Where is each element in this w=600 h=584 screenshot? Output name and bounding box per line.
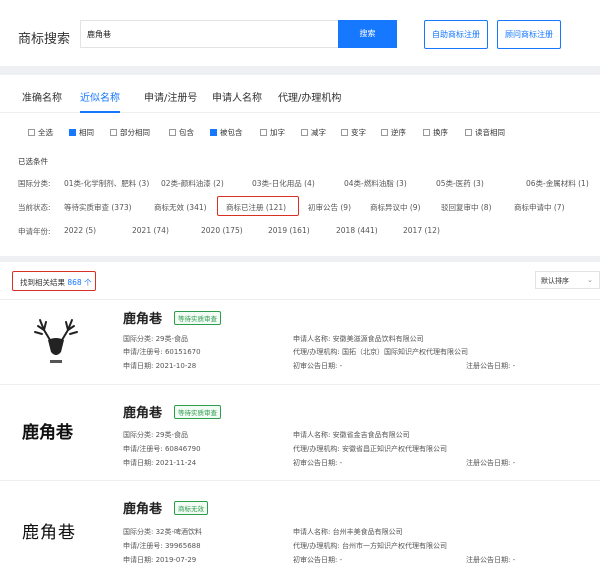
status-option[interactable]: 等待实质审查 (373): [64, 202, 132, 213]
status-option[interactable]: 商标无效 (341): [154, 202, 207, 213]
reg-pub-date: 注册公告日期: -: [466, 459, 516, 467]
class-option[interactable]: 02类-颜料油漆 (2): [161, 178, 224, 189]
status-badge: 等待实质审查: [174, 311, 221, 325]
brand-logo-stylized: 鹿角巷: [22, 523, 76, 543]
year-filter-row: 申请年份: 2022 (5) 2021 (74) 2020 (175) 2019…: [18, 226, 598, 238]
checkbox-contained[interactable]: 被包含: [210, 127, 243, 138]
tab-agent[interactable]: 代理/办理机构: [278, 89, 341, 104]
year-filter-label: 申请年份:: [18, 227, 51, 236]
status-option[interactable]: 初审公告 (9): [308, 202, 351, 213]
chevron-down-icon: ⌄: [587, 276, 593, 284]
tab-applicant[interactable]: 申请人名称: [212, 89, 262, 104]
checkbox-swap[interactable]: 换序: [423, 127, 448, 138]
applicant-name: 申请人名称: 安徽美滋源食品饮料有限公司: [293, 335, 424, 343]
list-item[interactable]: 鹿角巷 鹿角巷 商标无效 国际分类: 32类-啤酒饮料 申请/注册号: 3996…: [0, 481, 600, 584]
search-button[interactable]: 搜索: [338, 20, 397, 48]
page-title: 商标搜索: [18, 32, 71, 47]
filter-panel: 准确名称 近似名称 申请/注册号 申请人名称 代理/办理机构 全选 相同 部分相…: [0, 75, 600, 256]
trademark-name[interactable]: 鹿角巷: [123, 402, 162, 421]
results-header: 找到相关结果 868 个 默认排序 ⌄: [0, 262, 600, 300]
status-filter-label: 当前状态:: [18, 203, 51, 212]
search-tabs: 准确名称 近似名称 申请/注册号 申请人名称 代理/办理机构: [0, 75, 600, 113]
year-option[interactable]: 2021 (74): [132, 226, 169, 235]
year-option[interactable]: 2022 (5): [64, 226, 96, 235]
class-filter-row: 国际分类: 01类-化学制剂、肥料 (3) 02类-颜料油漆 (2) 03类-日…: [18, 178, 598, 190]
selected-conditions-heading: 已选条件: [18, 157, 48, 166]
stag-logo-icon: [26, 312, 86, 372]
status-option[interactable]: 商标异议中 (9): [370, 202, 421, 213]
class-option[interactable]: 03类-日化用品 (4): [252, 178, 315, 189]
checkbox-same[interactable]: 相同: [69, 127, 94, 138]
class-option[interactable]: 05类-医药 (3): [436, 178, 484, 189]
registration-number: 申请/注册号: 60846790: [123, 445, 201, 453]
intl-class: 国际分类: 32类-啤酒饮料: [123, 528, 203, 536]
status-badge: 商标无效: [174, 501, 208, 515]
class-filter-label: 国际分类:: [18, 179, 51, 188]
list-item[interactable]: 鹿角巷 鹿角巷 等待实质审查 国际分类: 29类-食品 申请/注册号: 6084…: [0, 385, 600, 481]
tab-similar-name[interactable]: 近似名称: [80, 89, 120, 104]
registration-number: 申请/注册号: 60151670: [123, 348, 201, 356]
checkbox-partial-same[interactable]: 部分相同: [110, 127, 150, 138]
intl-class: 国际分类: 29类-食品: [123, 335, 189, 343]
sort-select[interactable]: 默认排序 ⌄: [535, 271, 600, 289]
year-option[interactable]: 2020 (175): [201, 226, 243, 235]
list-item[interactable]: 鹿角巷 等待实质审查 国际分类: 29类-食品 申请/注册号: 60151670…: [0, 300, 600, 385]
intl-class: 国际分类: 29类-食品: [123, 431, 189, 439]
trademark-name[interactable]: 鹿角巷: [123, 498, 162, 517]
agent-name: 代理/办理机构: 安徽省昌正知识产权代理有限公司: [293, 445, 447, 453]
checkbox-change-char[interactable]: 变字: [341, 127, 366, 138]
reg-pub-date: 注册公告日期: -: [466, 362, 516, 370]
agent-name: 代理/办理机构: 国拓（北京）国际知识产权代理有限公司: [293, 348, 468, 356]
results-panel: 找到相关结果 868 个 默认排序 ⌄ 鹿角巷 等待实质审查 国际分类: 29类-…: [0, 262, 600, 584]
prelim-pub-date: 初审公告日期: -: [293, 556, 343, 564]
checkbox-select-all[interactable]: 全选: [28, 127, 53, 138]
class-option[interactable]: 04类-燃料油脂 (3): [344, 178, 407, 189]
reg-pub-date: 注册公告日期: -: [466, 556, 516, 564]
match-options: 全选 相同 部分相同 包含 被包含 加字 减字 变字 逆序 换序 读音相同: [28, 127, 588, 141]
agent-name: 代理/办理机构: 台州市一方知识产权代理有限公司: [293, 542, 447, 550]
registration-number: 申请/注册号: 39965688: [123, 542, 201, 550]
checkbox-add-char[interactable]: 加字: [260, 127, 285, 138]
year-option[interactable]: 2019 (161): [268, 226, 310, 235]
result-count-highlight: [12, 271, 96, 291]
checkbox-contains[interactable]: 包含: [169, 127, 194, 138]
status-option[interactable]: 商标申请中 (7): [514, 202, 565, 213]
class-option[interactable]: 01类-化学制剂、肥料 (3): [64, 178, 149, 189]
year-option[interactable]: 2017 (12): [403, 226, 440, 235]
status-badge: 等待实质审查: [174, 405, 221, 419]
application-date: 申请日期: 2021-11-24: [123, 459, 197, 467]
auto-register-button[interactable]: 自助商标注册: [424, 20, 488, 49]
application-date: 申请日期: 2019-07-29: [123, 556, 197, 564]
trademark-name[interactable]: 鹿角巷: [123, 308, 162, 327]
year-option[interactable]: 2018 (441): [336, 226, 378, 235]
tab-exact-name[interactable]: 准确名称: [22, 89, 62, 104]
brand-logo-calligraphy: 鹿角巷: [22, 423, 73, 443]
class-option[interactable]: 06类-金属材料 (1): [526, 178, 589, 189]
status-filter-row: 当前状态: 等待实质审查 (373) 商标无效 (341) 商标已注册 (121…: [18, 202, 598, 214]
applicant-name: 申请人名称: 台州丰美食品有限公司: [293, 528, 403, 536]
checkbox-reverse[interactable]: 逆序: [381, 127, 406, 138]
search-input[interactable]: 鹿角巷: [80, 20, 338, 48]
search-header: 商标搜索 鹿角巷 搜索 自助商标注册 顾问商标注册: [0, 0, 600, 66]
registered-status-highlight: [217, 196, 299, 216]
prelim-pub-date: 初审公告日期: -: [293, 459, 343, 467]
tab-reg-number[interactable]: 申请/注册号: [144, 89, 197, 104]
consult-register-button[interactable]: 顾问商标注册: [497, 20, 561, 49]
applicant-name: 申请人名称: 安徽省金吉食品有限公司: [293, 431, 410, 439]
checkbox-same-pronunciation[interactable]: 读音相同: [465, 127, 505, 138]
application-date: 申请日期: 2021-10-28: [123, 362, 197, 370]
active-tab-indicator: [80, 111, 120, 113]
status-option[interactable]: 驳回复审中 (8): [441, 202, 492, 213]
prelim-pub-date: 初审公告日期: -: [293, 362, 343, 370]
checkbox-remove-char[interactable]: 减字: [301, 127, 326, 138]
